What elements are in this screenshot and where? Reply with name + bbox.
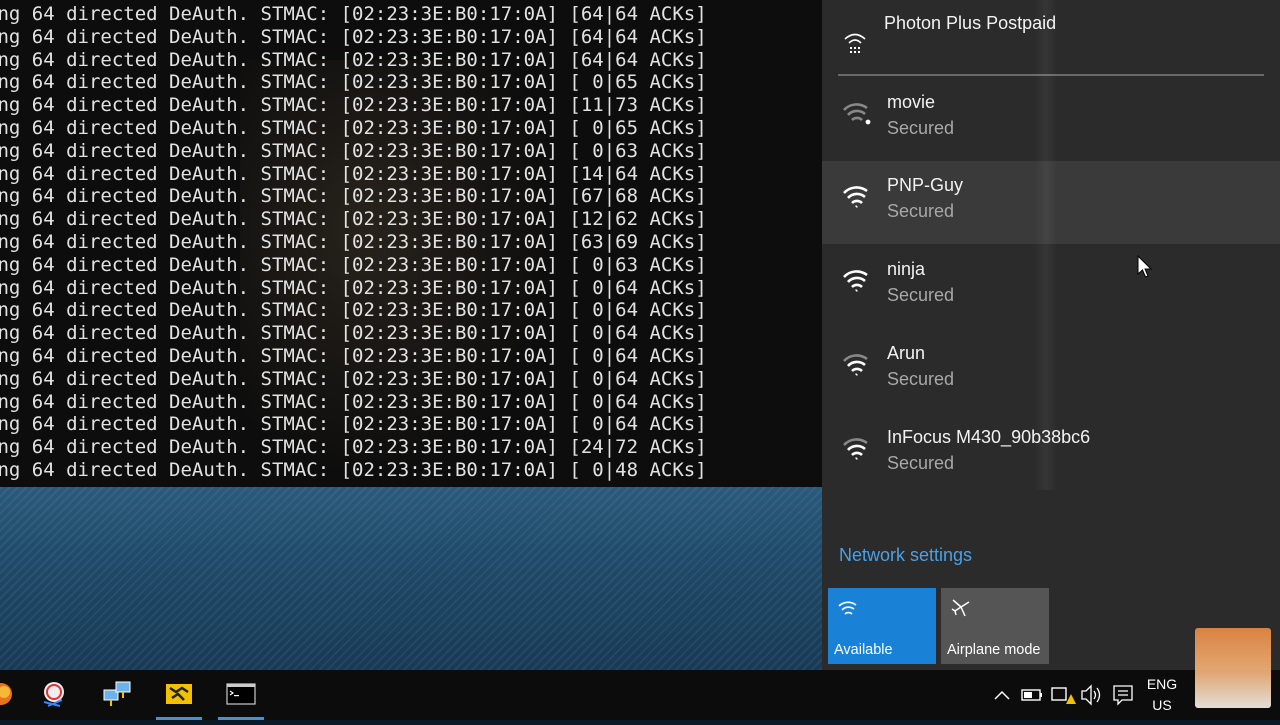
wifi-icon <box>843 186 868 208</box>
wifi-toggle-label: Available <box>834 642 893 658</box>
terminal-line: ing 64 directed DeAuth. STMAC: [02:23:3E… <box>0 345 707 367</box>
taskbar-app-remote-desktop[interactable] <box>92 670 142 720</box>
wifi-icon <box>843 103 871 125</box>
network-ssid: movie <box>887 92 936 112</box>
virtualbox-icon <box>166 684 192 704</box>
terminal-line: ing 64 directed DeAuth. STMAC: [02:23:3E… <box>0 436 707 459</box>
network-status: Secured <box>887 201 955 221</box>
terminal-line: ing 64 directed DeAuth. STMAC: [02:23:3E… <box>0 94 707 117</box>
taskbar-app-command-prompt[interactable] <box>216 670 266 720</box>
terminal-line: ing 64 directed DeAuth. STMAC: [02:23:3E… <box>0 25 707 48</box>
connected-network[interactable]: Photon Plus Postpaid <box>822 0 1280 76</box>
network-status: Secured <box>887 118 955 138</box>
volume-tray-button[interactable] <box>1078 670 1106 720</box>
network-ssid: InFocus M430_90b38bc6 <box>887 427 1091 447</box>
wifi-icon <box>838 601 857 615</box>
airplane-mode-label: Airplane mode <box>947 642 1041 658</box>
chevron-up-icon <box>994 690 1010 700</box>
webcam-overlay-thumbnail <box>1195 628 1271 708</box>
wifi-toggle-button[interactable]: Available <box>828 588 936 664</box>
network-status: Secured <box>887 285 955 305</box>
terminal-line: ing 64 directed DeAuth. STMAC: [02:23:3E… <box>0 208 707 231</box>
network-ssid: ninja <box>887 259 926 279</box>
terminal-line: ing 64 directed DeAuth. STMAC: [02:23:3E… <box>0 71 707 94</box>
command-prompt-icon <box>226 683 256 705</box>
network-warning-icon <box>1051 687 1076 704</box>
terminal-line: ing 64 directed DeAuth. STMAC: [02:23:3E… <box>0 459 707 481</box>
terminal-line: ing 64 directed DeAuth. STMAC: [02:23:3E… <box>0 185 707 208</box>
network-item-movie[interactable]: movie Secured <box>822 78 1280 161</box>
terminal-line: ing 64 directed DeAuth. STMAC: [02:23:3E… <box>0 367 707 390</box>
show-hidden-icons-button[interactable] <box>988 670 1016 720</box>
terminal-line: ing 64 directed DeAuth. STMAC: [02:23:3E… <box>0 139 707 162</box>
volume-icon <box>1081 684 1101 706</box>
language-code: ENG <box>1146 676 1178 692</box>
network-item-infocus[interactable]: InFocus M430_90b38bc6 Secured <box>822 413 1280 496</box>
region-code: US <box>1152 697 1172 713</box>
network-item-ninja[interactable]: ninja Secured <box>822 245 1280 328</box>
network-status: Secured <box>887 369 955 389</box>
network-settings-link[interactable]: Network settings <box>839 545 972 566</box>
taskbar-app-virtualbox[interactable] <box>154 670 204 720</box>
network-ssid: PNP-Guy <box>887 175 964 195</box>
taskbar-app-firefox[interactable] <box>0 670 26 720</box>
airplane-icon <box>951 599 970 617</box>
network-flyout: Photon Plus Postpaid movie Secured PNP-G… <box>822 0 1280 670</box>
firefox-icon <box>0 683 12 705</box>
terminal-line: ing 64 directed DeAuth. STMAC: [02:23:3E… <box>0 117 707 139</box>
wifi-icon <box>843 438 868 460</box>
cellular-network-icon <box>844 33 866 53</box>
battery-tray-button[interactable] <box>1018 670 1046 720</box>
terminal-line: ing 64 directed DeAuth. STMAC: [02:23:3E… <box>0 413 707 436</box>
network-ssid: Arun <box>887 343 926 363</box>
terminal-line: ing 64 directed DeAuth. STMAC: [02:23:3E… <box>0 276 707 299</box>
terminal-line: ing 64 directed DeAuth. STMAC: [02:23:3E… <box>0 253 707 276</box>
terminal-line: ing 64 directed DeAuth. STMAC: [02:23:3E… <box>0 3 707 25</box>
desktop-background <box>0 487 822 670</box>
network-tool-icon <box>43 682 64 707</box>
terminal-line: ing 64 directed DeAuth. STMAC: [02:23:3E… <box>0 48 707 71</box>
action-center-button[interactable] <box>1110 670 1138 720</box>
input-language-button[interactable]: ENG US <box>1142 674 1182 716</box>
divider <box>838 74 1264 76</box>
wifi-icon <box>843 270 868 292</box>
terminal-line: ing 64 directed DeAuth. STMAC: [02:23:3E… <box>0 390 707 413</box>
network-item-pnp-guy[interactable]: PNP-Guy Secured <box>822 161 1280 244</box>
action-center-icon <box>1113 685 1133 706</box>
network-tray-button[interactable] <box>1048 670 1076 720</box>
taskbar-app-network-tool[interactable] <box>30 670 80 720</box>
connected-network-name: Photon Plus Postpaid <box>884 13 1057 33</box>
airplane-mode-button[interactable]: Airplane mode <box>941 588 1049 664</box>
battery-icon <box>1021 689 1042 701</box>
network-item-arun[interactable]: Arun Secured <box>822 329 1280 412</box>
taskbar: ENG US <box>0 670 1280 720</box>
remote-desktop-icon <box>103 681 131 706</box>
terminal-line: ing 64 directed DeAuth. STMAC: [02:23:3E… <box>0 322 707 345</box>
mouse-cursor-icon <box>1137 255 1153 278</box>
terminal-line: ing 64 directed DeAuth. STMAC: [02:23:3E… <box>0 299 707 322</box>
terminal-line: ing 64 directed DeAuth. STMAC: [02:23:3E… <box>0 162 707 185</box>
wifi-icon <box>843 354 868 376</box>
network-status: Secured <box>887 453 955 473</box>
terminal-window[interactable]: ing 64 directed DeAuth. STMAC: [02:23:3E… <box>0 0 822 487</box>
terminal-line: ing 64 directed DeAuth. STMAC: [02:23:3E… <box>0 231 707 253</box>
